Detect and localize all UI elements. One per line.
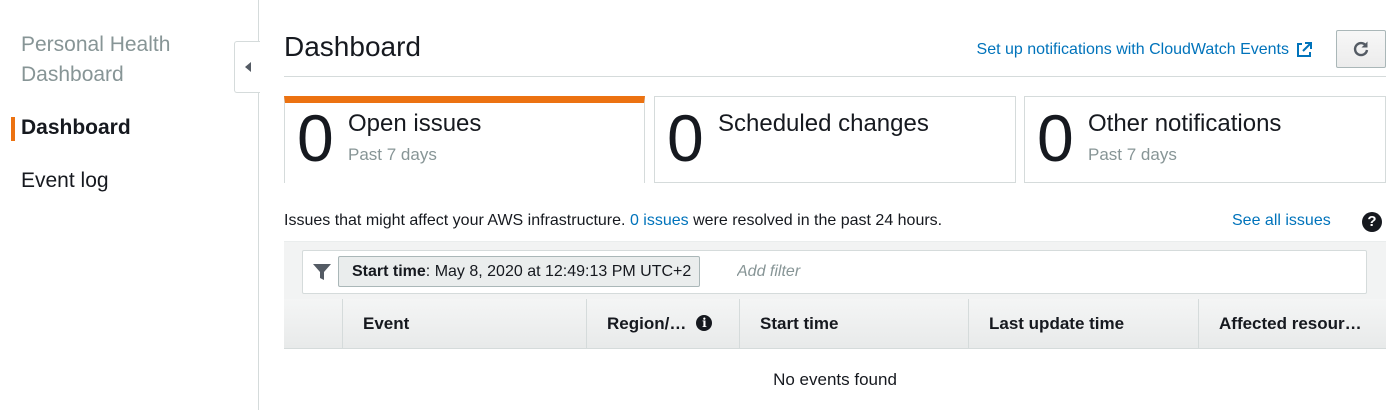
card-open-issues[interactable]: 0 Open issues Past 7 days	[284, 96, 645, 183]
column-header-region[interactable]: Region/… i	[607, 299, 732, 349]
sidebar: Personal Health Dashboard Dashboard Even…	[0, 0, 259, 410]
filter-token-value: : May 8, 2020 at 12:49:13 PM UTC+2	[425, 263, 692, 280]
column-divider	[586, 299, 587, 349]
refresh-button[interactable]	[1336, 30, 1386, 68]
scheduled-changes-label: Scheduled changes	[718, 110, 929, 137]
table-body: No events found	[284, 349, 1386, 410]
sidebar-collapse-button[interactable]	[234, 41, 260, 93]
other-notifications-label: Other notifications	[1088, 110, 1282, 137]
see-all-issues-link[interactable]: See all issues	[1232, 211, 1331, 231]
active-indicator	[11, 117, 15, 141]
column-header-affected-resources[interactable]: Affected resour…	[1219, 299, 1379, 349]
filter-token-key: Start time	[352, 263, 426, 280]
resolved-issues-link[interactable]: 0 issues	[630, 212, 689, 229]
start-time-filter-token[interactable]: Start time: May 8, 2020 at 12:49:13 PM U…	[338, 256, 701, 287]
sidebar-item-event-log[interactable]: Event log	[21, 167, 109, 195]
caret-left-icon	[244, 62, 251, 72]
resolved-issues-summary: Issues that might affect your AWS infras…	[284, 211, 942, 231]
column-divider	[342, 299, 343, 349]
open-issues-period: Past 7 days	[348, 145, 437, 164]
column-header-last-update-time[interactable]: Last update time	[989, 299, 1189, 349]
card-scheduled-changes[interactable]: 0 Scheduled changes	[654, 96, 1016, 183]
column-header-start-time[interactable]: Start time	[760, 299, 960, 349]
notifications-link-label: Set up notifications with CloudWatch Eve…	[976, 41, 1289, 58]
other-notifications-period: Past 7 days	[1088, 145, 1177, 164]
column-divider	[1198, 299, 1199, 349]
column-header-event[interactable]: Event	[363, 299, 563, 349]
summary-text-after: were resolved in the past 24 hours.	[693, 212, 943, 229]
refresh-icon	[1353, 41, 1369, 57]
summary-text-before: Issues that might affect your AWS infras…	[284, 212, 626, 229]
funnel-icon	[313, 264, 331, 280]
open-issues-count: 0	[297, 101, 334, 175]
filter-bar[interactable]: Start time: May 8, 2020 at 12:49:13 PM U…	[302, 250, 1367, 294]
column-divider	[739, 299, 740, 349]
sidebar-title: Personal Health Dashboard	[21, 33, 171, 86]
empty-state-message: No events found	[773, 370, 897, 389]
info-icon[interactable]: i	[696, 315, 713, 331]
cloudwatch-notifications-link[interactable]: Set up notifications with CloudWatch Eve…	[977, 40, 1313, 60]
table-header: Event Region/… i Start time Last update t…	[284, 299, 1386, 349]
region-column-label: Region/…	[607, 314, 687, 333]
open-issues-label: Open issues	[348, 110, 482, 137]
help-icon[interactable]: ?	[1362, 212, 1382, 232]
other-notifications-count: 0	[1037, 101, 1074, 175]
card-other-notifications[interactable]: 0 Other notifications Past 7 days	[1024, 96, 1386, 183]
page-title: Dashboard	[284, 31, 421, 62]
external-link-icon	[1297, 42, 1312, 57]
sidebar-item-dashboard[interactable]: Dashboard	[21, 114, 131, 142]
scheduled-changes-count: 0	[667, 101, 704, 175]
header-divider	[284, 76, 1386, 77]
column-divider	[968, 299, 969, 349]
add-filter-input[interactable]	[737, 260, 1337, 284]
